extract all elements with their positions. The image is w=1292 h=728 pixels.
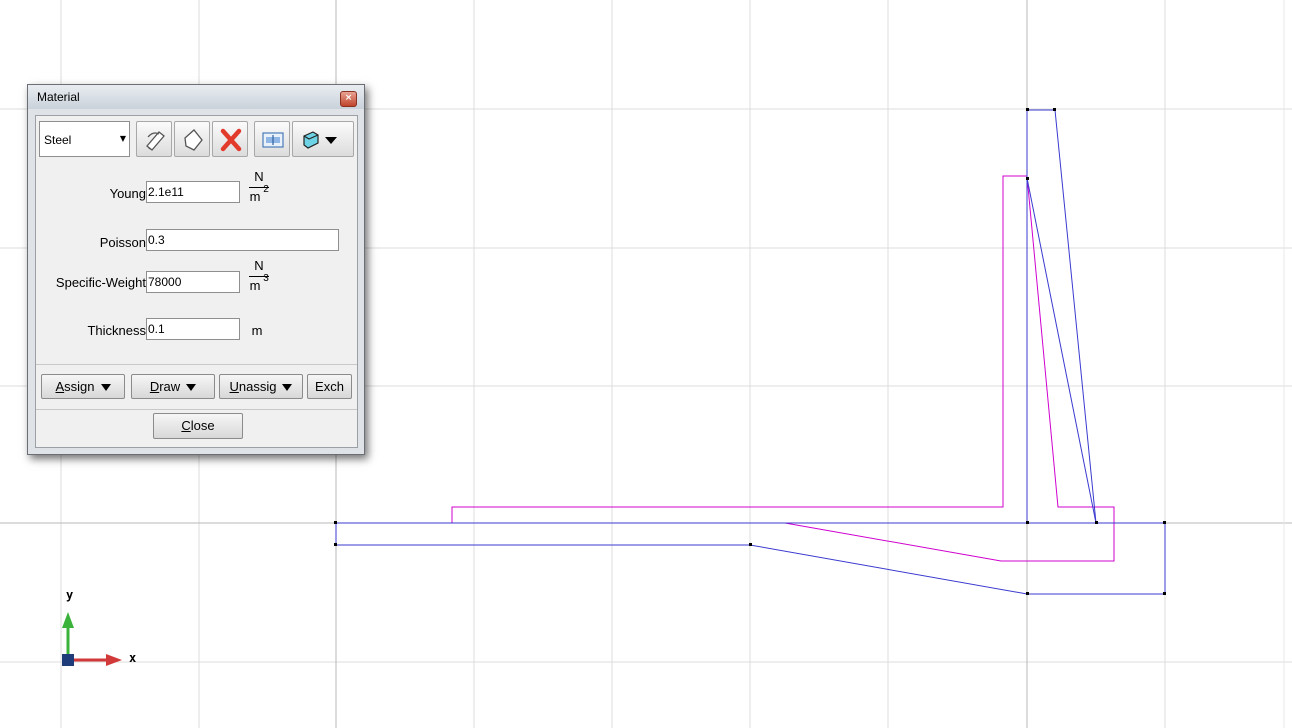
y-axis-label: y [66,588,74,602]
thickness-input[interactable]: 0.1 [146,318,240,340]
action-button-row: Assign Draw Unassig Exch [36,364,357,410]
properties-menu-icon [303,131,337,149]
delete-material-button[interactable] [212,121,248,157]
delete-icon [220,128,242,152]
axes-triad [62,612,122,666]
assign-label: ssign [64,379,95,394]
young-label: Young [109,186,146,201]
dialog-title: Material [37,90,80,104]
material-select-value: Steel [44,133,72,147]
x-axis-label: x [129,651,137,665]
specific-weight-input[interactable]: 78000 [146,271,240,293]
dropdown-arrow-icon [186,384,197,392]
offset-boundary [451,175,1115,562]
import-export-icon [262,132,284,148]
close-button[interactable]: Close [153,413,243,439]
draw-mnemonic: D [149,379,160,394]
draw-button[interactable]: Draw [131,374,215,399]
dialog-body: Steel ▼ Young 2.1e11 N m 2 Poisson 0.3 S… [35,115,358,448]
assign-button[interactable]: Assign [41,374,125,399]
draw-label: raw [159,379,181,394]
close-window-button[interactable]: × [340,91,357,107]
edit-material-button[interactable] [136,121,172,157]
poisson-input[interactable]: 0.3 [146,229,339,251]
dropdown-arrow-icon [282,384,293,392]
import-export-button[interactable] [254,121,290,157]
exchange-button[interactable]: Exch [307,374,352,399]
edit-icon [146,131,165,151]
new-material-icon [184,129,203,151]
young-unit-numerator: N [254,169,264,184]
material-dialog: Material × Steel ▼ Young 2.1e11 N m 2 Po… [27,84,365,455]
material-select[interactable]: Steel ▼ [39,121,130,157]
young-unit-exponent: 2 [263,184,269,195]
unassign-label: nassig [238,379,277,394]
dialog-titlebar[interactable]: Material × [28,85,364,109]
unassign-button[interactable]: Unassig [219,374,303,399]
properties-menu-button[interactable] [292,121,354,157]
specific-weight-unit-exponent: 3 [263,273,269,284]
unassign-mnemonic: U [229,379,239,394]
young-input[interactable]: 2.1e11 [146,181,240,203]
poisson-label: Poisson [99,235,146,250]
thickness-unit: m [251,323,263,338]
specific-weight-unit-numerator: N [254,258,264,273]
close-label: lose [190,418,215,433]
thickness-label: Thickness [87,323,146,338]
dropdown-arrow-icon [100,384,111,392]
material-toolbar: Steel ▼ [37,118,356,158]
close-icon: × [344,93,353,103]
new-material-button[interactable] [174,121,210,157]
assign-mnemonic: A [55,379,65,394]
close-mnemonic: C [181,418,191,433]
chevron-down-icon: ▼ [119,134,127,143]
specific-weight-label: Specific-Weight [55,275,146,290]
